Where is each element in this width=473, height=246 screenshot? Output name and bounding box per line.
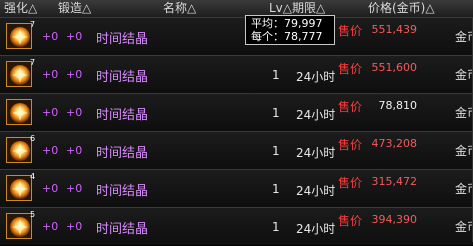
tooltip-each-value: 78,777 [284,30,323,43]
table-row[interactable]: +0 +0 时间结晶 1 24小时 售价 78,810 金币 [0,93,473,132]
tooltip-avg-label: 平均： [251,17,284,30]
header-name[interactable]: 名称△ [163,1,196,16]
stack-count: 4 [30,172,36,181]
item-duration: 24小时 [296,108,336,122]
enhance-value: +0 [42,182,59,195]
item-price: 78,810 [378,99,418,112]
header-lv-expire[interactable]: Lv△期限△ [269,1,325,16]
forge-value: +0 [66,68,83,81]
currency-label: 金币 [455,182,473,196]
table-row[interactable]: 5 +0 +0 时间结晶 1 24小时 售价 394,390 金币 [0,207,473,246]
item-price: 315,472 [371,175,418,188]
item-name[interactable]: 时间结晶 [96,218,148,237]
time-crystal-icon[interactable] [6,61,32,87]
currency-label: 金币 [455,144,473,158]
price-tooltip: 平均：79,997 每个：78,777 [245,15,335,45]
item-level: 1 [272,68,280,82]
item-price: 551,600 [371,61,418,74]
item-level: 1 [272,220,280,234]
item-duration: 24小时 [296,184,336,198]
tooltip-avg-value: 79,997 [284,17,323,30]
forge-value: +0 [66,144,83,157]
tooltip-each-label: 每个： [251,30,284,43]
forge-value: +0 [66,220,83,233]
header-enhance[interactable]: 强化△ [4,1,37,16]
item-duration: 24小时 [296,70,336,84]
item-duration: 24小时 [296,146,336,160]
sell-label: 售价 [338,176,363,190]
stack-count: 6 [30,134,36,143]
time-crystal-icon[interactable] [6,213,32,239]
item-name[interactable]: 时间结晶 [96,28,148,47]
table-row[interactable]: 6 +0 +0 时间结晶 1 24小时 售价 473,208 金币 [0,131,473,170]
item-level: 1 [272,144,280,158]
sell-label: 售价 [338,100,363,114]
header-price[interactable]: 价格(金币)△ [368,1,435,16]
header-forge[interactable]: 锻造△ [58,1,91,16]
enhance-value: +0 [42,144,59,157]
item-level: 1 [272,106,280,120]
enhance-value: +0 [42,68,59,81]
item-name[interactable]: 时间结晶 [96,104,148,123]
currency-label: 金币 [455,30,473,44]
item-price: 473,208 [371,137,418,150]
item-name[interactable]: 时间结晶 [96,180,148,199]
stack-count: 7 [30,20,36,29]
currency-label: 金币 [455,106,473,120]
table-row[interactable]: 7 +0 +0 时间结晶 1 24小时 售价 551,600 金币 [0,55,473,94]
sell-label: 售价 [338,138,363,152]
forge-value: +0 [66,182,83,195]
stack-count: 7 [30,58,36,67]
enhance-value: +0 [42,106,59,119]
table-header: 强化△ 锻造△ 名称△ Lv△期限△ 价格(金币)△ [0,0,473,18]
enhance-value: +0 [42,30,59,43]
time-crystal-icon[interactable] [6,99,32,125]
sell-label: 售价 [338,214,363,228]
time-crystal-icon[interactable] [6,137,32,163]
table-row[interactable]: 4 +0 +0 时间结晶 1 24小时 售价 315,472 金币 [0,169,473,208]
forge-value: +0 [66,30,83,43]
item-price: 551,439 [371,23,418,36]
enhance-value: +0 [42,220,59,233]
table-row[interactable]: 7 +0 +0 时间结晶 售价 551,439 金币 [0,17,473,56]
item-price: 394,390 [371,213,418,226]
currency-label: 金币 [455,68,473,82]
item-name[interactable]: 时间结晶 [96,142,148,161]
currency-label: 金币 [455,220,473,234]
forge-value: +0 [66,106,83,119]
sell-label: 售价 [338,24,363,38]
item-level: 1 [272,182,280,196]
stack-count: 5 [30,210,36,219]
item-name[interactable]: 时间结晶 [96,66,148,85]
time-crystal-icon[interactable] [6,175,32,201]
sell-label: 售价 [338,62,363,76]
item-duration: 24小时 [296,222,336,236]
time-crystal-icon[interactable] [6,23,32,49]
